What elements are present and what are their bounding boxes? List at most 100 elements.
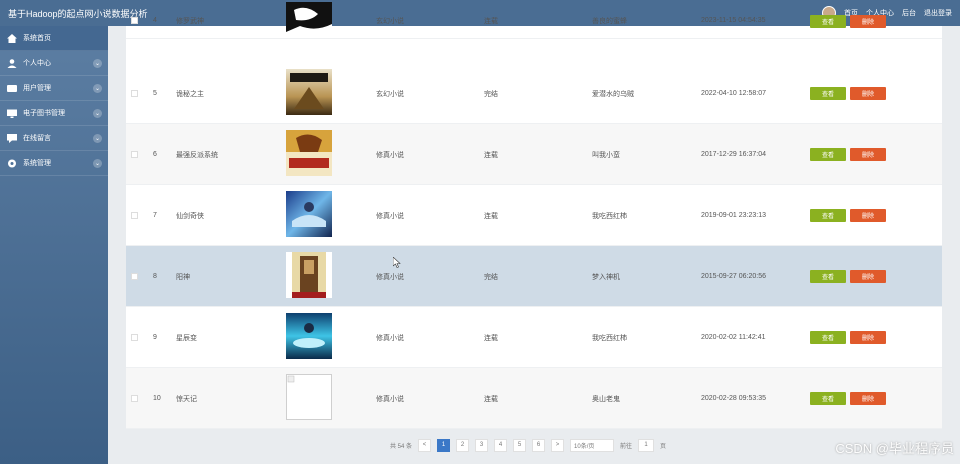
sidebar-item-profile[interactable]: 个人中心 ⌄ [0,51,108,76]
book-category: 玄幻小说 [376,17,404,25]
sidebar-item-label: 电子图书管理 [23,110,65,117]
sidebar-item-system[interactable]: 系统管理 ⌄ [0,151,108,176]
sidebar-item-books[interactable]: 电子图书管理 ⌄ [0,101,108,126]
chevron-down-icon: ⌄ [93,158,102,168]
book-name: 星辰变 [176,334,197,342]
goto-label: 前往 [620,443,633,450]
pagination: 共 54 条 < 1 2 3 4 5 6 > 10条/页 前往 1 页 [390,438,666,452]
book-author: 我吃西红柿 [592,212,627,220]
home-icon [6,33,18,43]
book-cover-image [286,191,332,237]
row-checkbox[interactable] [131,212,138,219]
book-name: 诡秘之主 [176,90,204,98]
book-status: 连载 [484,395,498,403]
page-size-select[interactable]: 10条/页 [570,438,615,452]
book-category: 修真小说 [376,151,404,159]
book-category: 修真小说 [376,334,404,342]
sidebar-item-messages[interactable]: 在线留言 ⌄ [0,126,108,151]
book-time: 2015-09-27 06:20:56 [701,273,766,280]
delete-button[interactable]: 删除 [850,148,886,161]
book-time: 2020-02-28 09:53:35 [701,395,766,402]
page-button-3[interactable]: 3 [475,438,489,452]
page-button-6[interactable]: 6 [532,438,546,452]
view-button[interactable]: 查看 [810,270,846,283]
book-name: 惊天记 [176,395,197,403]
book-table: 4 修罗武神 玄幻小说 连载 善良的蜜蜂 2023-11-15 04:54:35… [126,2,942,429]
watermark: CSDN @毕业程序员 [835,441,954,456]
sidebar-item-label: 在线留言 [23,135,51,142]
chevron-down-icon: ⌄ [93,58,102,68]
book-category: 修真小说 [376,395,404,403]
book-cover-image [286,252,332,298]
delete-button[interactable]: 删除 [850,331,886,344]
delete-button[interactable]: 删除 [850,392,886,405]
book-status: 完结 [484,273,498,281]
book-category: 修真小说 [376,212,404,220]
row-checkbox[interactable] [131,151,138,158]
book-status: 连载 [484,212,498,220]
book-cover-image [286,69,332,115]
row-checkbox[interactable] [131,17,138,24]
sidebar: 系统首页 个人中心 ⌄ 用户管理 ⌄ 电子图书管理 ⌄ 在线留言 ⌄ 系统管理 … [0,26,108,464]
row-index: 5 [153,90,157,97]
page-button-1[interactable]: 1 [437,438,451,452]
row-checkbox[interactable] [131,334,138,341]
next-page-button[interactable]: > [551,438,565,452]
book-status: 连载 [484,17,498,25]
sidebar-item-label: 系统管理 [23,160,51,167]
book-author: 善良的蜜蜂 [592,17,627,25]
book-time: 2017-12-29 16:37:04 [701,151,766,158]
book-time: 2023-11-15 04:54:35 [701,17,766,24]
table-row[interactable]: 5 诡秘之主 玄幻小说 完结 爱潜水的乌贼 2022-04-10 12:58:0… [126,63,942,124]
prev-page-button[interactable]: < [418,438,432,452]
mouse-cursor-icon [393,257,401,268]
chevron-down-icon: ⌄ [93,108,102,118]
book-author: 我吃西红柿 [592,334,627,342]
goto-page-input[interactable]: 1 [638,438,655,452]
table-row[interactable]: 9 星辰变 修真小说 连载 我吃西红柿 2020-02-02 11:42:41 … [126,307,942,368]
table-row[interactable]: 10 惊天记 修真小说 连载 奥山老鬼 2020-02-28 09:53:35 … [126,368,942,429]
total-count: 共 54 条 [390,443,413,450]
book-author: 梦入神机 [592,273,620,281]
page-button-2[interactable]: 2 [456,438,470,452]
row-index: 7 [153,212,157,219]
page-size-value: 10条/页 [574,443,595,450]
row-checkbox[interactable] [131,395,138,402]
table-row[interactable]: 7 仙剑奇侠 修真小说 连载 我吃西红柿 2019-09-01 23:23:13… [126,185,942,246]
book-author: 奥山老鬼 [592,395,620,403]
delete-button[interactable]: 删除 [850,270,886,283]
user-icon [6,58,18,68]
view-button[interactable]: 查看 [810,209,846,222]
book-name: 修罗武神 [176,17,204,25]
sidebar-item-users[interactable]: 用户管理 ⌄ [0,76,108,101]
row-checkbox[interactable] [131,90,138,97]
view-button[interactable]: 查看 [810,148,846,161]
book-time: 2020-02-02 11:42:41 [701,334,766,341]
broken-image-icon [286,374,332,420]
view-button[interactable]: 查看 [810,331,846,344]
page-button-4[interactable]: 4 [494,438,508,452]
table-row[interactable]: 4 修罗武神 玄幻小说 连载 善良的蜜蜂 2023-11-15 04:54:35… [126,2,942,39]
delete-button[interactable]: 删除 [850,87,886,100]
view-button[interactable]: 查看 [810,87,846,100]
view-button[interactable]: 查看 [810,15,846,28]
table-row[interactable]: 8 阳神 修真小说 完结 梦入神机 2015-09-27 06:20:56 查看… [126,246,942,307]
delete-button[interactable]: 删除 [850,15,886,28]
message-icon [6,133,18,143]
page-button-5[interactable]: 5 [513,438,527,452]
book-author: 爱潜水的乌贼 [592,90,634,98]
goto-unit: 页 [660,443,667,450]
delete-button[interactable]: 删除 [850,209,886,222]
row-index: 6 [153,151,157,158]
row-checkbox[interactable] [131,273,138,280]
view-button[interactable]: 查看 [810,392,846,405]
book-icon [6,108,18,118]
book-category: 修真小说 [376,273,404,281]
book-cover-image [286,313,332,359]
book-time: 2022-04-10 12:58:07 [701,90,766,97]
sidebar-item-label: 用户管理 [23,85,51,92]
book-author: 叫我小蛮 [592,151,620,159]
table-row[interactable]: 6 最强反派系统 修真小说 连载 叫我小蛮 2017-12-29 16:37:0… [126,124,942,185]
chevron-down-icon: ⌄ [93,83,102,93]
sidebar-item-home[interactable]: 系统首页 [0,26,108,51]
